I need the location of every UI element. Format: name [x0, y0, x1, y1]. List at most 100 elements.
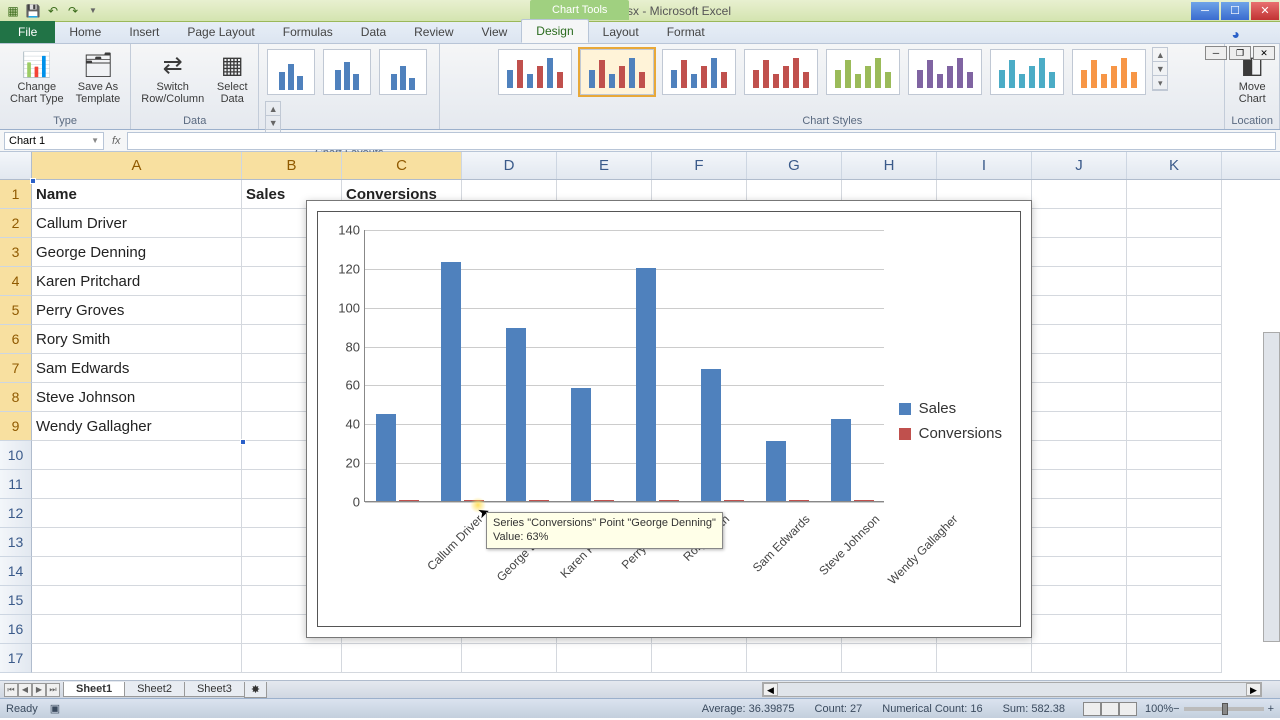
cell[interactable]: Perry Groves: [32, 296, 242, 325]
cell[interactable]: [1127, 238, 1222, 267]
macro-record-icon[interactable]: ▣: [50, 702, 60, 715]
cell[interactable]: Sam Edwards: [32, 354, 242, 383]
bar[interactable]: [789, 500, 809, 501]
chart-style-option[interactable]: [580, 49, 654, 95]
name-box[interactable]: Chart 1▼: [4, 132, 104, 150]
cell[interactable]: Steve Johnson: [32, 383, 242, 412]
worksheet-grid[interactable]: ABCDEFGHIJK 1NameSalesConversions2Callum…: [0, 152, 1280, 680]
tab-layout[interactable]: Layout: [589, 21, 653, 43]
cell[interactable]: [1032, 238, 1127, 267]
bar[interactable]: [399, 500, 419, 501]
bar[interactable]: [571, 388, 591, 501]
bar[interactable]: [506, 328, 526, 501]
qat-dropdown-icon[interactable]: ▼: [84, 2, 102, 20]
column-header[interactable]: D: [462, 152, 557, 179]
redo-icon[interactable]: ↷: [64, 2, 82, 20]
tab-design[interactable]: Design: [521, 19, 588, 43]
cell[interactable]: [32, 499, 242, 528]
bar[interactable]: [636, 268, 656, 501]
row-header[interactable]: 2: [0, 209, 32, 238]
selection-handle[interactable]: [240, 439, 246, 445]
chart-area[interactable]: 020406080100120140 Callum DriverGeorge D…: [317, 211, 1021, 627]
switch-row-column-button[interactable]: ⇄Switch Row/Column: [137, 47, 208, 107]
row-header[interactable]: 12: [0, 499, 32, 528]
chart-legend[interactable]: Sales Conversions: [899, 392, 1002, 450]
bar[interactable]: [529, 500, 549, 501]
row-header[interactable]: 16: [0, 615, 32, 644]
tab-formulas[interactable]: Formulas: [269, 21, 347, 43]
save-as-template-button[interactable]: 🗂Save As Template: [72, 47, 125, 107]
column-header[interactable]: H: [842, 152, 937, 179]
cell[interactable]: [557, 644, 652, 673]
cell[interactable]: [1032, 586, 1127, 615]
bar-group[interactable]: [766, 441, 809, 501]
row-header[interactable]: 8: [0, 383, 32, 412]
row-header[interactable]: 7: [0, 354, 32, 383]
cell[interactable]: Rory Smith: [32, 325, 242, 354]
bar[interactable]: [376, 414, 396, 501]
cell[interactable]: Wendy Gallagher: [32, 412, 242, 441]
cell[interactable]: [1127, 354, 1222, 383]
row-header[interactable]: 17: [0, 644, 32, 673]
sheet-tab[interactable]: Sheet3: [184, 682, 245, 697]
help-icon[interactable]: ◕: [1232, 26, 1240, 42]
cell[interactable]: [32, 557, 242, 586]
row-header[interactable]: 9: [0, 412, 32, 441]
cell[interactable]: [1032, 209, 1127, 238]
bar-group[interactable]: [831, 419, 874, 501]
cell[interactable]: [1127, 528, 1222, 557]
row-header[interactable]: 13: [0, 528, 32, 557]
cell[interactable]: [747, 644, 842, 673]
minimize-button[interactable]: ─: [1191, 2, 1219, 20]
cell[interactable]: [1032, 267, 1127, 296]
cell[interactable]: [652, 644, 747, 673]
column-header[interactable]: I: [937, 152, 1032, 179]
row-header[interactable]: 10: [0, 441, 32, 470]
cell[interactable]: [32, 615, 242, 644]
chart-layout-option[interactable]: [323, 49, 371, 95]
chart-style-option[interactable]: [908, 49, 982, 95]
cell[interactable]: [1127, 499, 1222, 528]
cell[interactable]: George Denning: [32, 238, 242, 267]
tab-insert[interactable]: Insert: [115, 21, 173, 43]
save-icon[interactable]: 💾: [24, 2, 42, 20]
cell[interactable]: [242, 644, 342, 673]
cell[interactable]: [32, 586, 242, 615]
bar-group[interactable]: [506, 328, 549, 501]
bar-group[interactable]: [701, 369, 744, 501]
bar-group[interactable]: [441, 262, 484, 501]
column-header[interactable]: B: [242, 152, 342, 179]
cell[interactable]: [32, 470, 242, 499]
chart-style-option[interactable]: [826, 49, 900, 95]
bar[interactable]: [594, 500, 614, 501]
cell[interactable]: [1127, 180, 1222, 209]
cell[interactable]: [342, 644, 462, 673]
cell[interactable]: [1032, 441, 1127, 470]
select-all-corner[interactable]: [0, 152, 32, 179]
tab-format[interactable]: Format: [653, 21, 719, 43]
row-header[interactable]: 15: [0, 586, 32, 615]
sheet-tab[interactable]: Sheet1: [63, 682, 125, 697]
cell[interactable]: Karen Pritchard: [32, 267, 242, 296]
bar[interactable]: [724, 500, 744, 501]
cell[interactable]: [1127, 557, 1222, 586]
chart-style-option[interactable]: [990, 49, 1064, 95]
vertical-scrollbar[interactable]: [1263, 332, 1280, 642]
file-tab[interactable]: File: [0, 21, 55, 43]
bar-group[interactable]: [636, 268, 679, 501]
bar[interactable]: [441, 262, 461, 501]
selection-handle[interactable]: [30, 178, 36, 184]
cell[interactable]: [1127, 615, 1222, 644]
row-header[interactable]: 1: [0, 180, 32, 209]
chart-style-option[interactable]: [498, 49, 572, 95]
cell[interactable]: Name: [32, 180, 242, 209]
bar-group[interactable]: [571, 388, 614, 501]
cell[interactable]: [937, 644, 1032, 673]
sheet-tab[interactable]: Sheet2: [124, 682, 185, 697]
cell[interactable]: [1127, 325, 1222, 354]
styles-scroll[interactable]: ▲▼▾: [1152, 47, 1168, 91]
bar[interactable]: [854, 500, 874, 501]
row-header[interactable]: 5: [0, 296, 32, 325]
column-header[interactable]: G: [747, 152, 842, 179]
undo-icon[interactable]: ↶: [44, 2, 62, 20]
